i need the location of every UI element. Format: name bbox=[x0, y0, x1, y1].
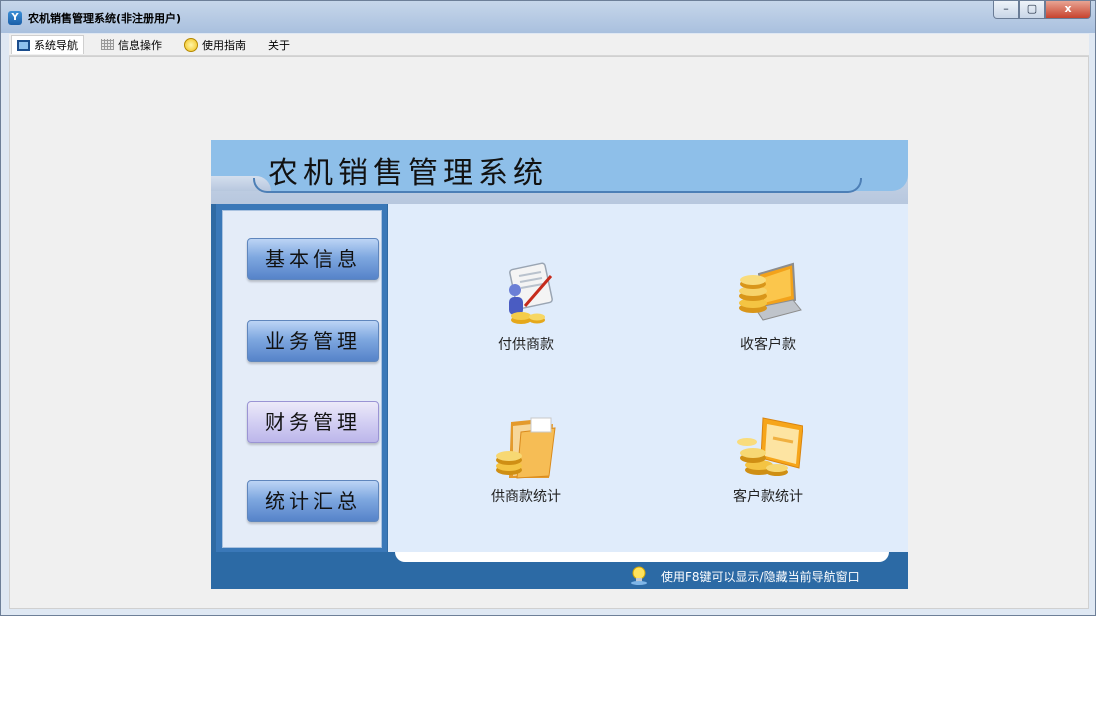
lightbulb-icon bbox=[629, 565, 649, 585]
tab-label: 使用指南 bbox=[202, 38, 246, 52]
basic-info-button[interactable]: 基本信息 bbox=[247, 238, 379, 280]
monitor-icon bbox=[17, 39, 30, 51]
pay-supplier-item[interactable]: 付供商款 bbox=[456, 260, 596, 354]
tab-info-operations[interactable]: 信息操作 bbox=[96, 35, 167, 54]
navigation-panel: 农机销售管理系统 基本信息 业务管理 财务管理 统计汇总 付供商款 收客户款 供… bbox=[211, 140, 908, 589]
footer-curve bbox=[395, 552, 889, 562]
restore-button[interactable]: ▢ bbox=[1019, 1, 1045, 19]
item-label: 付供商款 bbox=[498, 337, 554, 353]
coins-laptop-icon bbox=[733, 260, 803, 330]
business-management-button[interactable]: 业务管理 bbox=[247, 320, 379, 362]
supplier-payment-stats-item[interactable]: 供商款统计 bbox=[456, 412, 596, 506]
tab-label: 信息操作 bbox=[118, 38, 162, 52]
close-button[interactable]: x bbox=[1045, 1, 1091, 19]
grid-icon bbox=[101, 39, 114, 50]
folder-coins-icon bbox=[491, 412, 561, 482]
payment-document-icon bbox=[491, 260, 561, 330]
bulb-icon bbox=[184, 37, 198, 52]
statistics-summary-button[interactable]: 统计汇总 bbox=[247, 480, 379, 522]
window-title: 农机销售管理系统(非注册用户) bbox=[28, 12, 182, 25]
menu-tabs: 系统导航 信息操作 使用指南 关于 bbox=[9, 34, 1089, 56]
card-coins-icon bbox=[733, 412, 804, 482]
title-bar[interactable]: Y 农机销售管理系统(非注册用户) – ▢ x bbox=[1, 1, 1095, 33]
panel-title: 农机销售管理系统 bbox=[268, 156, 548, 191]
tab-about[interactable]: 关于 bbox=[263, 35, 295, 54]
left-button-column: 基本信息 业务管理 财务管理 统计汇总 bbox=[222, 210, 382, 548]
minimize-button[interactable]: – bbox=[993, 1, 1019, 19]
finance-management-button[interactable]: 财务管理 bbox=[247, 401, 379, 443]
receive-customer-item[interactable]: 收客户款 bbox=[698, 260, 838, 354]
f8-tip-text: 使用F8键可以显示/隐藏当前导航窗口 bbox=[661, 570, 860, 584]
item-label: 收客户款 bbox=[740, 337, 796, 353]
window-controls: – ▢ x bbox=[993, 1, 1091, 21]
tab-label: 系统导航 bbox=[34, 39, 78, 52]
tab-system-navigation[interactable]: 系统导航 bbox=[11, 35, 84, 54]
tab-user-guide[interactable]: 使用指南 bbox=[179, 35, 251, 54]
function-area: 付供商款 收客户款 供商款统计 客户款统计 bbox=[388, 204, 908, 553]
tab-label: 关于 bbox=[268, 38, 290, 52]
item-label: 客户款统计 bbox=[733, 489, 803, 505]
customer-payment-stats-item[interactable]: 客户款统计 bbox=[698, 412, 838, 506]
item-label: 供商款统计 bbox=[491, 489, 561, 505]
app-icon[interactable]: Y bbox=[8, 11, 22, 25]
